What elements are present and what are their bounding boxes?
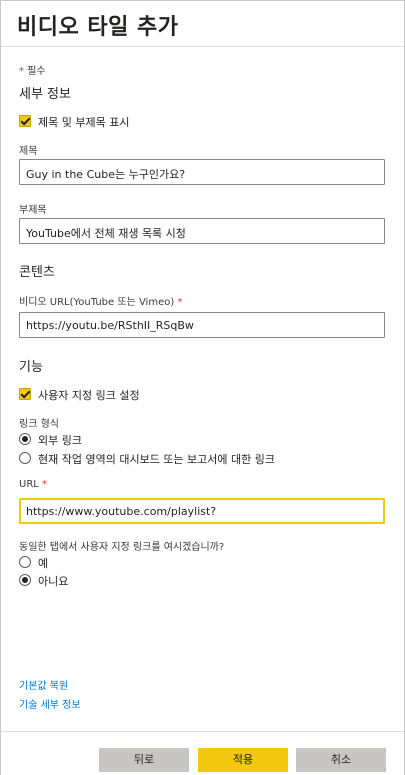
url-required-star: * [42,479,48,490]
video-url-input-value: https://youtu.be/RSthII_RSqBw [26,319,194,332]
title-input[interactable]: Guy in the Cube는 누구인가요? [19,159,385,185]
subtitle-label: 부제목 [19,205,47,216]
pane-title: 비디오 타일 추가 [17,15,179,40]
tech-details-link[interactable]: 기술 세부 정보 [19,696,81,711]
apply-button[interactable]: 적용 [198,748,288,772]
features-heading: 기능 [19,360,43,375]
show-title-checkbox-label[interactable]: 제목 및 부제목 표시 [38,114,129,130]
link-type-label: 링크 형식 [19,419,59,430]
same-tab-question: 동일한 탭에서 사용자 지정 링크를 여시겠습니까? [19,542,225,553]
back-button[interactable]: 뒤로 [99,748,189,772]
pane-content: * 필수 세부 정보 제목 및 부제목 표시 제목 Guy in the Cub… [1,48,404,728]
link-type-radio-external-label[interactable]: 외부 링크 [38,432,82,448]
details-heading: 세부 정보 [19,87,71,102]
same-tab-radio-yes[interactable] [19,556,31,568]
subtitle-input-value: YouTube에서 전체 재생 목록 시청 [26,227,186,240]
video-url-label: 비디오 URL(YouTube 또는 Vimeo) * [19,293,182,308]
content-heading: 콘텐츠 [19,265,55,280]
video-url-required-star: * [177,297,183,308]
video-url-label-text: 비디오 URL(YouTube 또는 Vimeo) [19,297,175,308]
same-tab-radio-no[interactable] [19,574,31,586]
required-note: * 필수 [19,62,46,77]
link-type-radio-workspace-label[interactable]: 현재 작업 영역의 대시보드 또는 보고서에 대한 링크 [38,451,275,467]
video-url-input[interactable]: https://youtu.be/RSthII_RSqBw [19,312,385,338]
required-star: * [19,66,24,77]
same-tab-radio-yes-label[interactable]: 예 [38,555,48,571]
same-tab-radio-no-label[interactable]: 아니요 [38,573,68,589]
url-label: URL * [19,479,47,490]
restore-defaults-link[interactable]: 기본값 복원 [19,677,68,692]
pane-footer: 뒤로 적용 취소 [1,731,404,775]
url-input[interactable]: https://www.youtube.com/playlist? [19,498,385,524]
custom-link-checkbox-label[interactable]: 사용자 지정 링크 설정 [38,387,140,403]
title-label: 제목 [19,146,38,157]
pane-header: 비디오 타일 추가 [1,1,404,47]
title-input-value: Guy in the Cube는 누구인가요? [26,168,186,181]
cancel-button[interactable]: 취소 [296,748,386,772]
link-type-radio-external[interactable] [19,433,31,445]
link-type-radio-workspace[interactable] [19,452,31,464]
required-text: 필수 [27,66,46,77]
url-input-value: https://www.youtube.com/playlist? [26,505,217,518]
show-title-checkbox[interactable] [19,115,31,127]
add-video-tile-pane: 비디오 타일 추가 * 필수 세부 정보 제목 및 부제목 표시 제목 Guy … [0,0,405,775]
url-label-text: URL [19,479,39,490]
custom-link-checkbox[interactable] [19,388,31,400]
subtitle-input[interactable]: YouTube에서 전체 재생 목록 시청 [19,218,385,244]
